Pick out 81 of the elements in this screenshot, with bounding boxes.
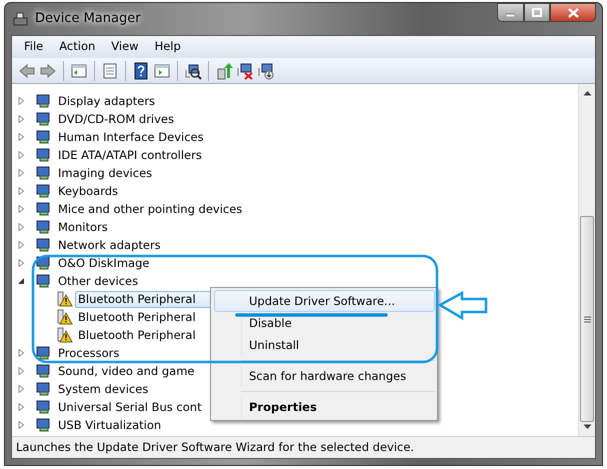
device-icon (36, 201, 52, 217)
expand-arrow-icon[interactable] (17, 133, 25, 141)
expand-arrow-icon[interactable] (17, 367, 25, 375)
expand-arrow-icon[interactable] (17, 169, 25, 177)
expand-arrow-icon[interactable] (17, 241, 25, 249)
device-icon (36, 147, 52, 163)
tree-item[interactable]: Mice and other pointing devices (55, 200, 246, 218)
menu-item[interactable]: File (16, 38, 52, 56)
scrollbar-thumb[interactable] (580, 216, 594, 422)
device-manager-icon (11, 11, 29, 27)
menu-item[interactable]: Scan for hardware changes (214, 365, 435, 387)
menu-item[interactable]: Uninstall (214, 334, 435, 356)
status-text: Launches the Update Driver Software Wizard for the selected device. (16, 438, 414, 456)
expand-arrow-icon[interactable] (17, 223, 25, 231)
window-title: Device Manager (35, 10, 141, 28)
menu-item[interactable]: View (103, 38, 147, 56)
scroll-up-icon[interactable] (582, 90, 592, 96)
tree-item[interactable]: Monitors (55, 218, 111, 236)
expand-arrow-icon[interactable] (17, 187, 25, 195)
expand-arrow-icon[interactable] (17, 205, 25, 213)
expand-arrow-icon[interactable] (17, 115, 25, 123)
collapse-arrow-icon[interactable] (17, 277, 25, 285)
expand-arrow-icon[interactable] (17, 151, 25, 159)
tree-item[interactable]: USB Virtualization (55, 416, 164, 434)
close-icon (568, 8, 578, 18)
tree-item[interactable]: Bluetooth Peripheral (75, 326, 199, 344)
device-icon (36, 417, 52, 433)
expand-arrow-icon[interactable] (17, 385, 25, 393)
uninstall-icon[interactable] (257, 62, 275, 80)
tree-item[interactable]: IDE ATA/ATAPI controllers (55, 146, 205, 164)
device-icon (36, 219, 52, 235)
scan-icon[interactable] (184, 62, 202, 80)
expand-arrow-icon[interactable] (17, 349, 25, 357)
maximize-icon (532, 8, 542, 17)
device-icon (36, 363, 52, 379)
help-icon[interactable] (132, 62, 150, 80)
properties-icon[interactable] (101, 62, 119, 80)
device-icon (36, 399, 52, 415)
disable-icon[interactable] (236, 62, 254, 80)
menu-item[interactable]: Properties (214, 396, 435, 418)
device-icon (36, 183, 52, 199)
tree-item[interactable]: Display adapters (55, 92, 158, 110)
arrow-icon (437, 290, 488, 320)
menu-item[interactable]: Help (146, 38, 189, 56)
tree-item[interactable]: Other devices (55, 272, 142, 290)
tree-item[interactable]: Sound, video and game (55, 362, 198, 380)
tree-item[interactable]: Processors (55, 344, 122, 362)
back-arrow-icon[interactable] (18, 62, 36, 80)
device-icon (36, 345, 52, 361)
tree-item[interactable]: System devices (55, 380, 152, 398)
maximize-button[interactable] (524, 3, 550, 22)
tree-item[interactable]: Imaging devices (55, 164, 156, 182)
update-icon[interactable] (215, 62, 233, 80)
scroll-down-icon[interactable] (582, 424, 592, 430)
device-icon (36, 381, 52, 397)
tree-item[interactable]: DVD/CD-ROM drives (55, 110, 177, 128)
forward-arrow-icon[interactable] (39, 62, 57, 80)
device-icon (36, 111, 52, 127)
device-icon (36, 165, 52, 181)
tree-item[interactable]: Human Interface Devices (55, 128, 207, 146)
device-icon (36, 237, 52, 253)
close-button[interactable] (550, 3, 596, 22)
tree-item[interactable]: Keyboards (55, 182, 122, 200)
device-icon (36, 93, 52, 109)
grip-icon (584, 316, 590, 322)
expand-arrow-icon[interactable] (17, 259, 25, 267)
expand-arrow-icon[interactable] (17, 421, 25, 429)
expand-arrow-icon[interactable] (17, 403, 25, 411)
menu-item[interactable]: Action (51, 38, 104, 56)
tree-item[interactable]: Universal Serial Bus cont (55, 398, 205, 416)
expand-arrow-icon[interactable] (17, 97, 25, 105)
menu-item[interactable]: Disable (214, 312, 435, 334)
pane-icon[interactable] (153, 62, 171, 80)
minimize-button[interactable] (497, 3, 524, 22)
device-icon (36, 129, 52, 145)
menu-item[interactable]: Update Driver Software... (214, 290, 435, 312)
pane-icon[interactable] (70, 62, 88, 80)
tree-item[interactable]: Bluetooth Peripheral (75, 308, 199, 326)
device-icon (36, 273, 52, 289)
tree-item[interactable]: Network adapters (55, 236, 164, 254)
tree-item[interactable]: O&O DiskImage (55, 254, 152, 272)
